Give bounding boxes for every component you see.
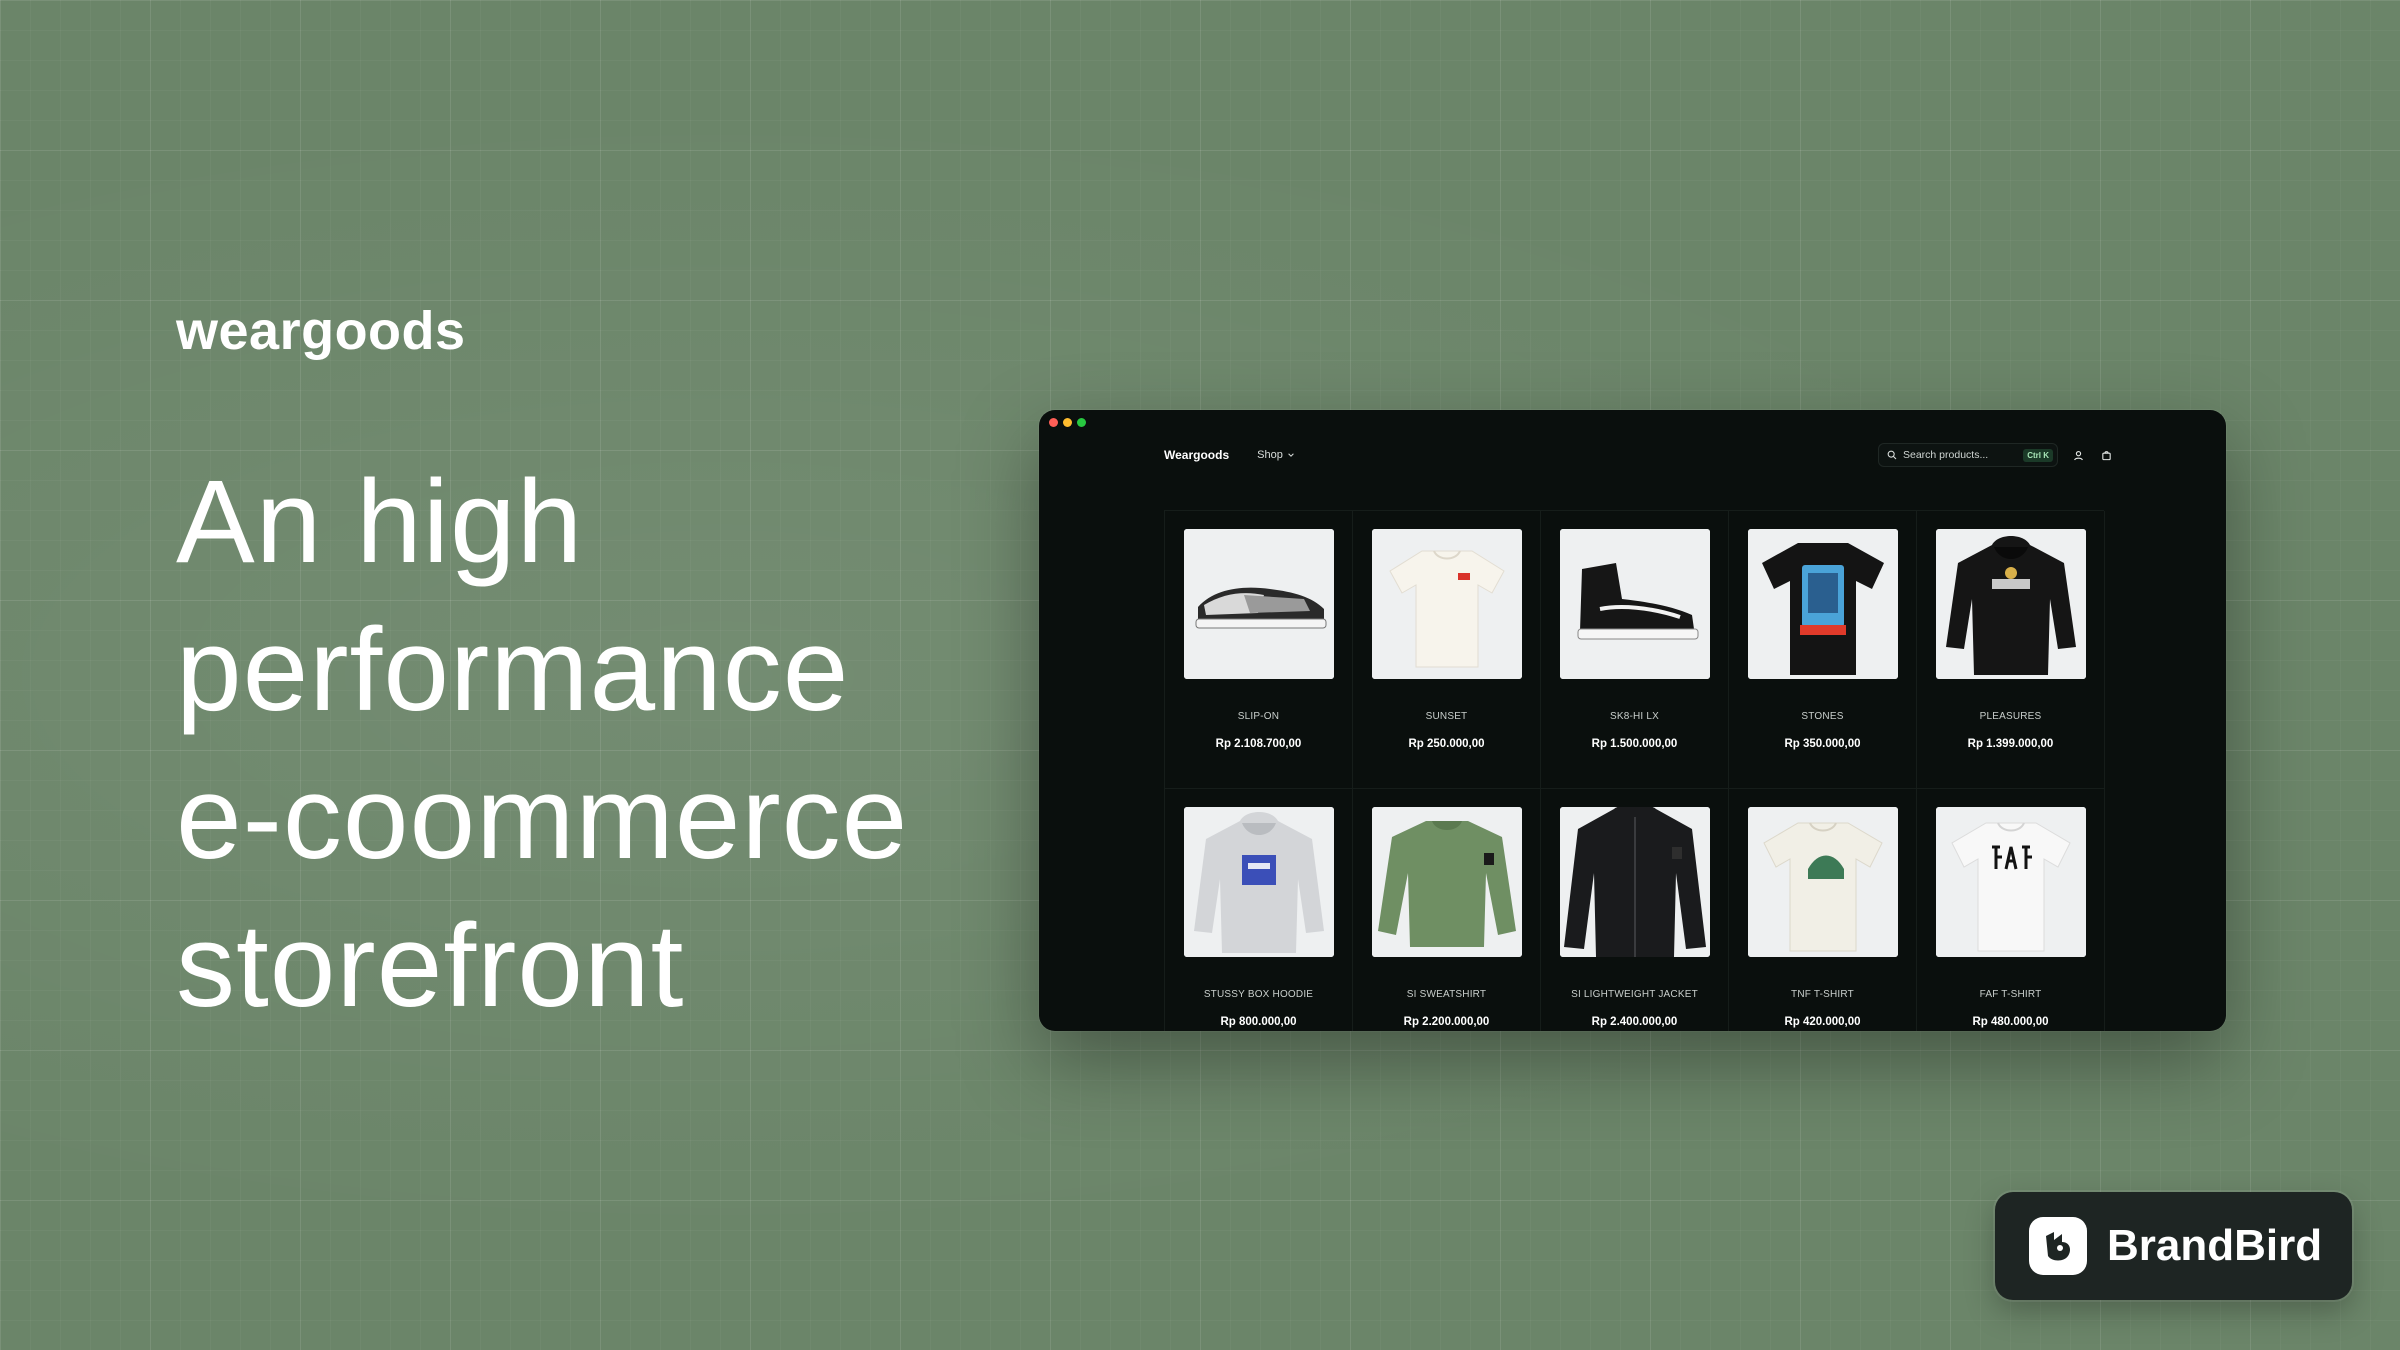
white-tshirt-image xyxy=(1371,529,1522,679)
hero-brand: weargoods xyxy=(176,301,466,361)
product-image xyxy=(1747,807,1898,957)
product-card[interactable]: PLEASURES Rp 1.399.000,00 xyxy=(1917,511,2105,789)
search-icon xyxy=(1887,450,1897,460)
product-name: FAF T-SHIRT xyxy=(1979,989,2042,1000)
product-image xyxy=(1371,529,1522,679)
product-name: TNF T-SHIRT xyxy=(1791,989,1854,1000)
search-placeholder: Search products... xyxy=(1903,449,1989,461)
product-grid: SLIP-ON Rp 2.108.700,00 SUNSET Rp 250.00… xyxy=(1164,510,2105,1031)
product-card[interactable]: TNF T-SHIRT Rp 420.000,00 xyxy=(1729,789,1917,1031)
product-name: STUSSY BOX HOODIE xyxy=(1203,989,1314,1000)
account-button[interactable] xyxy=(2070,447,2086,463)
product-name: PLEASURES xyxy=(1979,711,2042,722)
hero-section: weargoods An high performance e-coommerc… xyxy=(176,300,996,1040)
chevron-down-icon xyxy=(1288,453,1294,457)
search-shortcut-badge: Ctrl K xyxy=(2023,448,2053,462)
product-card[interactable]: SI SWEATSHIRT Rp 2.200.000,00 xyxy=(1353,789,1541,1031)
black-hoodie-image xyxy=(1935,529,2086,679)
shop-menu-label: Shop xyxy=(1257,449,1283,461)
product-price: Rp 350.000,00 xyxy=(1784,738,1861,750)
product-name: STONES xyxy=(1801,711,1844,722)
browser-window: Weargoods Shop Search products... Ctrl K xyxy=(1039,410,2226,1031)
tnf-tshirt-image xyxy=(1747,807,1898,957)
product-image xyxy=(1935,807,2086,957)
product-card[interactable]: SUNSET Rp 250.000,00 xyxy=(1353,511,1541,789)
cart-button[interactable] xyxy=(2098,447,2114,463)
product-price: Rp 1.500.000,00 xyxy=(1591,738,1678,750)
product-image xyxy=(1559,807,1710,957)
product-card[interactable]: SLIP-ON Rp 2.108.700,00 xyxy=(1165,511,1353,789)
faf-tshirt-image xyxy=(1935,807,2086,957)
window-controls xyxy=(1049,418,1086,427)
product-image xyxy=(1371,807,1522,957)
hero-headline: An high performance e-coommerce storefro… xyxy=(176,448,996,1040)
close-dot[interactable] xyxy=(1049,418,1058,427)
user-icon xyxy=(2073,450,2083,460)
product-card[interactable]: SI LIGHTWEIGHT JACKET Rp 2.400.000,00 xyxy=(1541,789,1729,1031)
minimize-dot[interactable] xyxy=(1063,418,1072,427)
product-image xyxy=(1183,529,1334,679)
product-image xyxy=(1935,529,2086,679)
product-card[interactable]: SK8-HI LX Rp 1.500.000,00 xyxy=(1541,511,1729,789)
product-card[interactable]: FAF T-SHIRT Rp 480.000,00 xyxy=(1917,789,2105,1031)
product-name: SUNSET xyxy=(1425,711,1468,722)
product-price: Rp 2.400.000,00 xyxy=(1591,1016,1678,1028)
headline-line-3: e-coommerce xyxy=(176,752,909,884)
product-card[interactable]: STUSSY BOX HOODIE Rp 800.000,00 xyxy=(1165,789,1353,1031)
product-name: SI LIGHTWEIGHT JACKET xyxy=(1571,989,1698,1000)
product-price: Rp 250.000,00 xyxy=(1408,738,1485,750)
store-navbar: Weargoods Shop Search products... Ctrl K xyxy=(1164,438,2114,472)
headline-line-4: storefront xyxy=(176,900,685,1032)
grey-hoodie-image xyxy=(1183,807,1334,957)
product-price: Rp 420.000,00 xyxy=(1784,1016,1861,1028)
product-image xyxy=(1183,807,1334,957)
product-name: SLIP-ON xyxy=(1237,711,1280,722)
brandbird-logo-icon xyxy=(2029,1217,2087,1275)
cart-icon xyxy=(2101,450,2111,460)
product-name: SK8-HI LX xyxy=(1609,711,1660,722)
product-price: Rp 2.200.000,00 xyxy=(1403,1016,1490,1028)
headline-line-2: performance xyxy=(176,604,850,736)
product-price: Rp 1.399.000,00 xyxy=(1967,738,2054,750)
sneaker-image xyxy=(1183,529,1334,679)
search-input[interactable]: Search products... Ctrl K xyxy=(1878,443,2058,467)
nav-actions: Search products... Ctrl K xyxy=(1878,443,2114,467)
headline-line-1: An high xyxy=(176,456,584,588)
product-price: Rp 2.108.700,00 xyxy=(1215,738,1302,750)
brandbird-label: BrandBird xyxy=(2107,1221,2323,1270)
green-sweatshirt-image xyxy=(1371,807,1522,957)
product-image xyxy=(1559,529,1710,679)
product-price: Rp 800.000,00 xyxy=(1220,1016,1297,1028)
black-jacket-image xyxy=(1559,807,1710,957)
shop-menu-button[interactable]: Shop xyxy=(1257,449,1295,461)
store-logo[interactable]: Weargoods xyxy=(1164,448,1229,462)
maximize-dot[interactable] xyxy=(1077,418,1086,427)
product-image xyxy=(1747,529,1898,679)
hightop-sneaker-image xyxy=(1559,529,1710,679)
product-card[interactable]: STONES Rp 350.000,00 xyxy=(1729,511,1917,789)
product-name: SI SWEATSHIRT xyxy=(1406,989,1487,1000)
product-price: Rp 480.000,00 xyxy=(1972,1016,2049,1028)
brandbird-badge[interactable]: BrandBird xyxy=(1995,1192,2352,1300)
black-graphic-tshirt-image xyxy=(1747,529,1898,679)
